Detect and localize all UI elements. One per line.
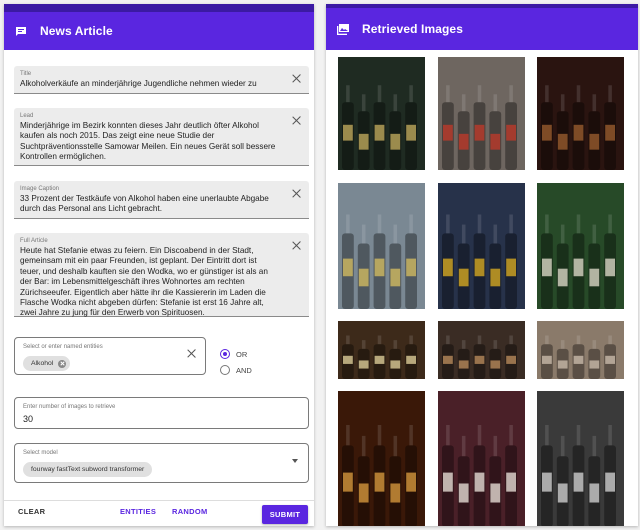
message-icon: [14, 25, 28, 37]
clear-title-icon[interactable]: [292, 74, 301, 83]
radio-and-label: AND: [236, 365, 252, 375]
retrieved-image-bar-shelf[interactable]: [438, 321, 525, 379]
model-select[interactable]: Select model fourway fastText subword tr…: [14, 443, 309, 483]
clear-lead-icon[interactable]: [292, 116, 301, 125]
title-field[interactable]: Title Alkoholverkäufe an minderjährige J…: [14, 66, 309, 94]
model-label: Select model: [23, 450, 58, 456]
retrieved-image-liquor-wall[interactable]: [537, 57, 624, 170]
retrieved-image-beer-bottle-closeup[interactable]: [338, 57, 425, 170]
retrieved-image-bw-bottles[interactable]: [537, 391, 624, 526]
image-count-label: Enter number of images to retrieve: [23, 404, 116, 410]
retrieved-images-header: Retrieved Images: [326, 4, 638, 50]
radio-and-circle[interactable]: [220, 365, 230, 375]
article-label: Full Article: [20, 238, 48, 244]
title-value[interactable]: Alkoholverkäufe an minderjährige Jugendl…: [20, 79, 279, 89]
model-chip[interactable]: fourway fastText subword transformer: [23, 462, 153, 477]
article-field[interactable]: Full Article Heute hat Stefanie etwas zu…: [14, 233, 309, 317]
entity-chip-label: Alkohol: [31, 360, 54, 367]
caption-value[interactable]: 33 Prozent der Testkäufe von Alkohol hab…: [20, 194, 279, 215]
retrieved-image-store-shelves[interactable]: [438, 57, 525, 170]
dropdown-caret-icon[interactable]: [292, 459, 298, 463]
news-article-panel: News Article Title Alkoholverkäufe an mi…: [4, 4, 314, 526]
radio-or[interactable]: OR: [220, 349, 247, 359]
panel-title: News Article: [40, 24, 113, 38]
entities-label: Select or enter named entities: [23, 344, 103, 350]
lead-label: Lead: [20, 113, 34, 119]
retrieved-image-bottles-on-ice[interactable]: [338, 183, 425, 309]
entities-input[interactable]: Select or enter named entities Alkohol: [14, 337, 206, 375]
clear-caption-icon[interactable]: [292, 189, 301, 198]
news-article-header: News Article: [4, 4, 314, 50]
model-chip-label: fourway fastText subword transformer: [31, 466, 145, 473]
retrieved-image-green-bottles[interactable]: [537, 183, 624, 309]
clear-article-icon[interactable]: [292, 241, 301, 250]
random-button[interactable]: RANDOM: [172, 507, 208, 516]
clear-entities-icon[interactable]: [187, 349, 196, 358]
retrieved-image-beer-labels[interactable]: [338, 321, 425, 379]
entities-button[interactable]: ENTITIES: [120, 507, 156, 516]
image-count-value[interactable]: 30: [23, 414, 300, 424]
retrieved-images-panel: Retrieved Images: [326, 4, 638, 526]
retrieved-image-beer-bottles-table[interactable]: [438, 183, 525, 309]
entity-chip[interactable]: Alkohol: [23, 356, 71, 371]
remove-chip-icon[interactable]: [58, 359, 67, 368]
caption-field[interactable]: Image Caption 33 Prozent der Testkäufe v…: [14, 181, 309, 219]
submit-button[interactable]: SUBMIT: [262, 505, 308, 524]
clear-button[interactable]: CLEAR: [18, 507, 45, 516]
radio-and[interactable]: AND: [220, 365, 252, 375]
lead-value[interactable]: Minderjährige im Bezirk konnten dieses J…: [20, 121, 279, 163]
lead-field[interactable]: Lead Minderjährige im Bezirk konnten die…: [14, 108, 309, 166]
caption-label: Image Caption: [20, 186, 60, 192]
article-value[interactable]: Heute hat Stefanie etwas zu feiern. Ein …: [20, 246, 279, 319]
title-label: Title: [20, 71, 32, 77]
photo-library-icon: [336, 23, 350, 35]
image-grid: [338, 57, 628, 526]
radio-or-label: OR: [236, 349, 248, 359]
image-count-input[interactable]: Enter number of images to retrieve 30: [14, 397, 309, 429]
retrieved-image-crowd-bar[interactable]: [537, 321, 624, 379]
retrieved-image-pouring-drink[interactable]: [338, 391, 425, 526]
retrieved-image-wine-bottles[interactable]: [438, 391, 525, 526]
panel-title: Retrieved Images: [362, 22, 463, 36]
action-bar: CLEAR ENTITIES RANDOM SUBMIT: [4, 500, 314, 526]
radio-or-circle[interactable]: [220, 349, 230, 359]
